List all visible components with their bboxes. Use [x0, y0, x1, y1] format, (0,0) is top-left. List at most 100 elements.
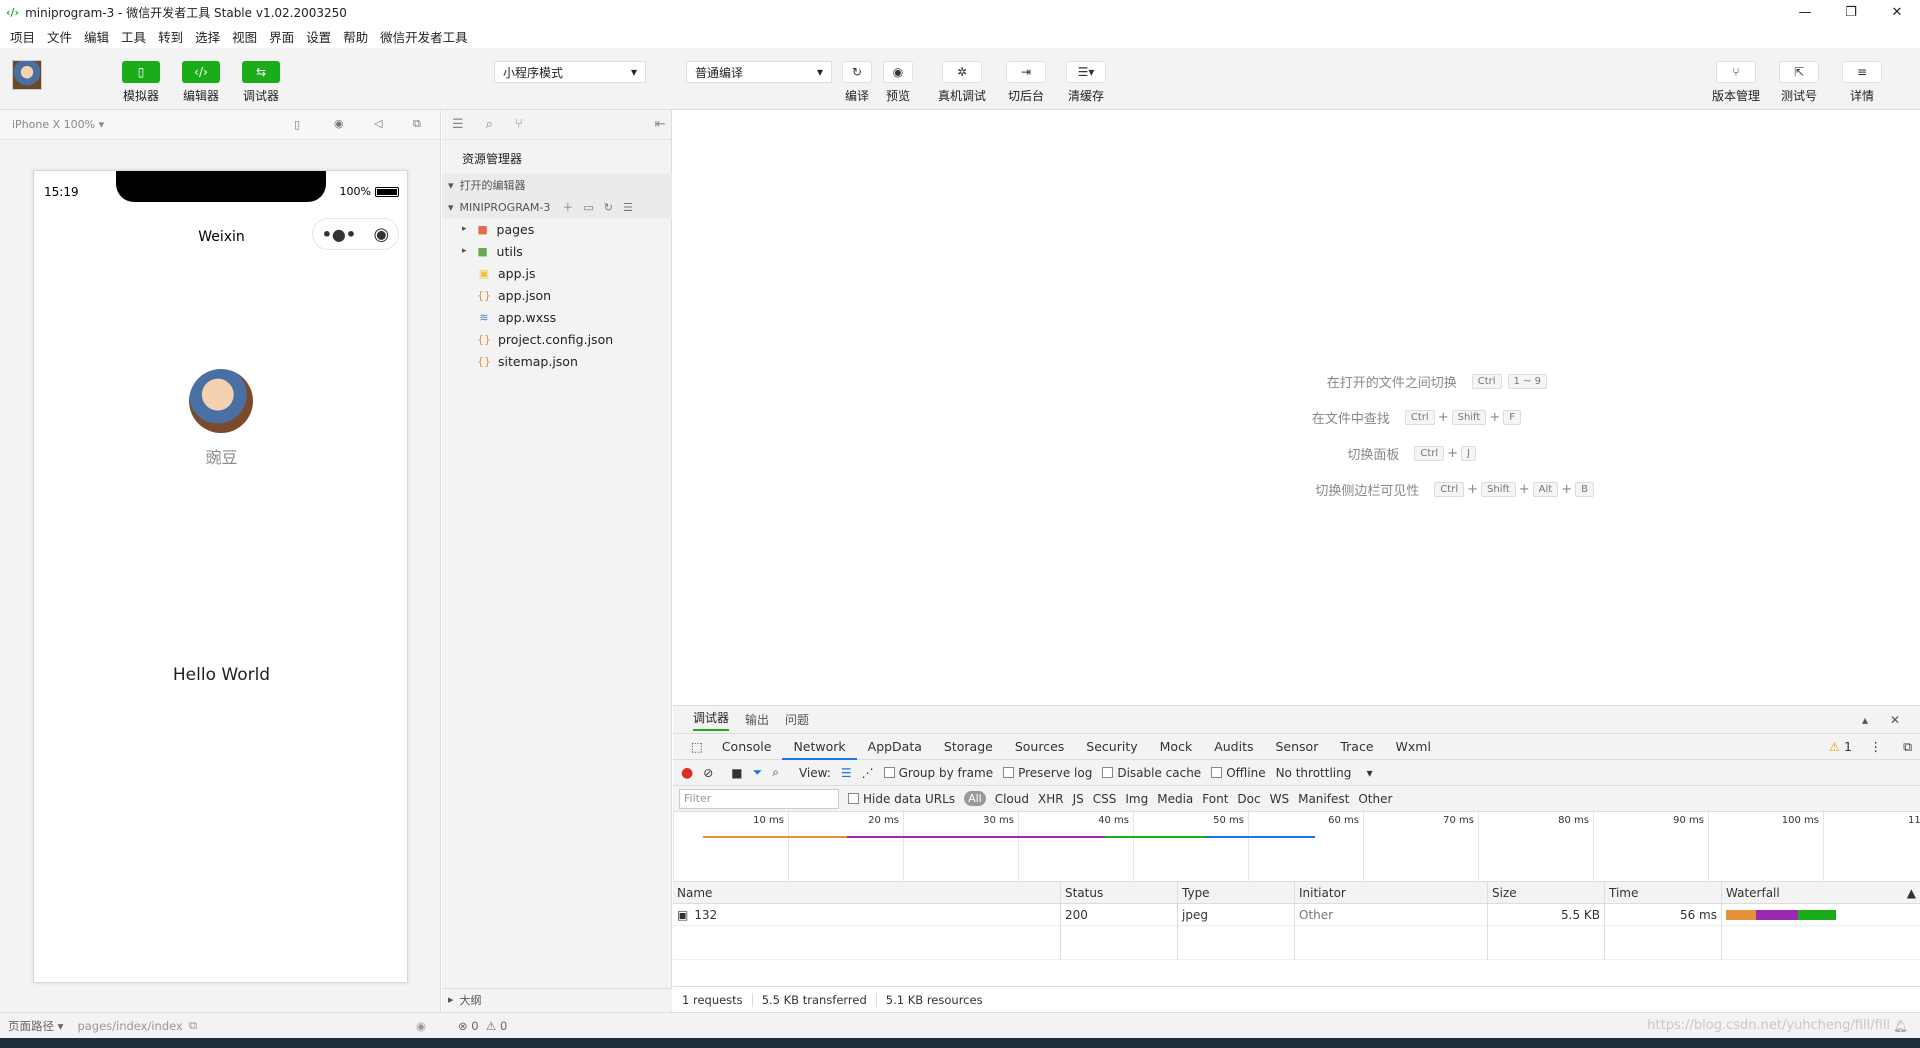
- inspect-element-icon[interactable]: ⬚: [683, 734, 711, 760]
- warning-count[interactable]: ⚠ 0: [486, 1019, 507, 1033]
- mode-select[interactable]: 小程序模式 ▾: [494, 61, 646, 83]
- filter-img[interactable]: Img: [1125, 792, 1148, 806]
- notification-bell-icon[interactable]: 🔔︎: [1893, 1019, 1908, 1033]
- filter-cloud[interactable]: Cloud: [995, 792, 1029, 806]
- maximize-panel-icon[interactable]: ▴: [1862, 713, 1868, 727]
- tab-console[interactable]: Console: [711, 734, 783, 760]
- col-waterfall[interactable]: Waterfall ▲: [1722, 882, 1920, 904]
- filter-icon[interactable]: ⏷: [753, 765, 763, 780]
- tree-item-sitemap[interactable]: {} sitemap.json: [476, 350, 578, 372]
- version-button[interactable]: ⑂ 版本管理: [1712, 61, 1760, 104]
- menu-file[interactable]: 文件: [45, 27, 74, 46]
- tab-sources[interactable]: Sources: [1004, 734, 1075, 760]
- clear-icon[interactable]: ⊘: [703, 766, 713, 780]
- tab-security[interactable]: Security: [1075, 734, 1148, 760]
- details-button[interactable]: ≡ 详情: [1842, 61, 1882, 104]
- device-select[interactable]: iPhone X 100% ▾: [12, 118, 104, 131]
- filter-all[interactable]: All: [964, 791, 986, 806]
- menu-help[interactable]: 帮助: [341, 27, 370, 46]
- col-time[interactable]: Time: [1605, 881, 1722, 904]
- col-type[interactable]: Type: [1178, 881, 1295, 904]
- menu-tools[interactable]: 工具: [119, 27, 148, 46]
- error-count[interactable]: ⊗ 0: [458, 1019, 479, 1033]
- preserve-log-checkbox[interactable]: Preserve log: [1003, 766, 1092, 780]
- filter-css[interactable]: CSS: [1093, 792, 1117, 806]
- col-name[interactable]: Name: [673, 881, 1061, 904]
- offline-checkbox[interactable]: Offline: [1211, 766, 1266, 780]
- tab-wxml[interactable]: Wxml: [1385, 734, 1442, 760]
- menu-goto[interactable]: 转到: [156, 27, 185, 46]
- network-overview-timeline[interactable]: 10 ms 20 ms 30 ms 40 ms 50 ms 60 ms 70 m…: [673, 812, 1920, 882]
- menu-devtools[interactable]: 微信开发者工具: [378, 27, 470, 46]
- col-status[interactable]: Status: [1061, 881, 1178, 904]
- background-button[interactable]: ⇥ 切后台: [1006, 61, 1046, 104]
- hide-data-urls-checkbox[interactable]: Hide data URLs: [848, 792, 955, 806]
- waterfall-view-icon[interactable]: ⋰: [862, 766, 874, 780]
- list-icon[interactable]: ☰: [452, 117, 464, 132]
- compile-button[interactable]: ↻ 编译: [842, 61, 872, 104]
- editor-toggle[interactable]: ‹/› 编辑器: [182, 61, 220, 104]
- filter-input[interactable]: Filter: [679, 788, 839, 809]
- minimize-button[interactable]: —: [1782, 0, 1828, 24]
- outline-section[interactable]: ▸ 大纲: [442, 988, 672, 1010]
- simulator-toggle[interactable]: ▯ 模拟器: [122, 61, 160, 104]
- test-account-button[interactable]: ⇱ 测试号: [1779, 61, 1819, 104]
- list-view-icon[interactable]: ☰: [841, 766, 852, 780]
- phone-icon[interactable]: ▯: [294, 118, 300, 131]
- tab-output[interactable]: 输出: [745, 711, 769, 728]
- debugger-toggle[interactable]: ⇆ 调试器: [242, 61, 280, 104]
- filter-other[interactable]: Other: [1358, 792, 1392, 806]
- clear-cache-button[interactable]: ☰▾ 清缓存: [1066, 61, 1106, 104]
- restore-button[interactable]: ❐: [1828, 0, 1874, 24]
- new-file-icon[interactable]: ＋: [562, 199, 573, 215]
- search-icon[interactable]: ⌕: [486, 117, 493, 132]
- tab-audits[interactable]: Audits: [1203, 734, 1264, 760]
- tree-item-app-json[interactable]: {} app.json: [476, 284, 551, 306]
- user-avatar[interactable]: [12, 60, 42, 90]
- close-panel-icon[interactable]: ✕: [1890, 713, 1900, 727]
- tree-item-app-wxss[interactable]: ≋ app.wxss: [476, 306, 556, 328]
- filter-ws[interactable]: WS: [1270, 792, 1289, 806]
- tree-item-pages[interactable]: ▸ ■ pages: [462, 218, 534, 240]
- menu-project[interactable]: 项目: [8, 27, 37, 46]
- preview-button[interactable]: ◉ 预览: [883, 61, 913, 104]
- collapse-sidebar-icon[interactable]: ⇤: [655, 117, 666, 132]
- tab-network[interactable]: Network: [782, 734, 857, 760]
- tab-trace[interactable]: Trace: [1329, 734, 1384, 760]
- filter-manifest[interactable]: Manifest: [1298, 792, 1349, 806]
- filter-xhr[interactable]: XHR: [1038, 792, 1064, 806]
- group-by-frame-checkbox[interactable]: Group by frame: [883, 766, 993, 780]
- tree-item-utils[interactable]: ▸ ■ utils: [462, 240, 523, 262]
- close-window-button[interactable]: ✕: [1874, 0, 1920, 24]
- git-branch-icon[interactable]: ⑂: [515, 117, 523, 132]
- filter-js[interactable]: JS: [1073, 792, 1084, 806]
- col-size[interactable]: Size: [1488, 881, 1605, 904]
- throttling-select[interactable]: No throttling ▾: [1276, 766, 1373, 780]
- project-section[interactable]: ▾ MINIPROGRAM-3 ＋ ▭ ↻ ☰: [442, 196, 672, 218]
- table-row[interactable]: ▣ 132 200 jpeg Other 5.5 KB 56 ms: [673, 903, 1920, 926]
- volume-icon[interactable]: ◁: [374, 117, 382, 130]
- remote-debug-button[interactable]: ✲ 真机调试: [938, 61, 986, 104]
- page-path-select[interactable]: 页面路径 ▾: [8, 1018, 63, 1034]
- menu-select[interactable]: 选择: [193, 27, 222, 46]
- collapse-all-icon[interactable]: ☰: [623, 201, 633, 214]
- tab-storage[interactable]: Storage: [933, 734, 1004, 760]
- menu-settings[interactable]: 设置: [304, 27, 333, 46]
- compile-mode-select[interactable]: 普通编译 ▾: [686, 61, 832, 83]
- tab-mock[interactable]: Mock: [1149, 734, 1204, 760]
- more-options-icon[interactable]: ⋮: [1870, 734, 1883, 760]
- tab-sensor[interactable]: Sensor: [1264, 734, 1329, 760]
- tab-appdata[interactable]: AppData: [857, 734, 933, 760]
- filter-media[interactable]: Media: [1157, 792, 1193, 806]
- search-icon[interactable]: ⌕: [772, 765, 779, 780]
- popout-icon[interactable]: ⧉: [413, 117, 421, 131]
- eye-icon[interactable]: ◉: [416, 1019, 426, 1033]
- menu-view[interactable]: 视图: [230, 27, 259, 46]
- filter-font[interactable]: Font: [1202, 792, 1228, 806]
- record-icon[interactable]: ●: [681, 765, 693, 781]
- record-icon[interactable]: ◉: [334, 117, 344, 130]
- copy-icon[interactable]: ⧉: [189, 1018, 197, 1033]
- warning-badge[interactable]: ⚠ 1: [1829, 734, 1852, 760]
- refresh-icon[interactable]: ↻: [604, 201, 613, 214]
- dock-icon[interactable]: ⧉: [1903, 734, 1912, 760]
